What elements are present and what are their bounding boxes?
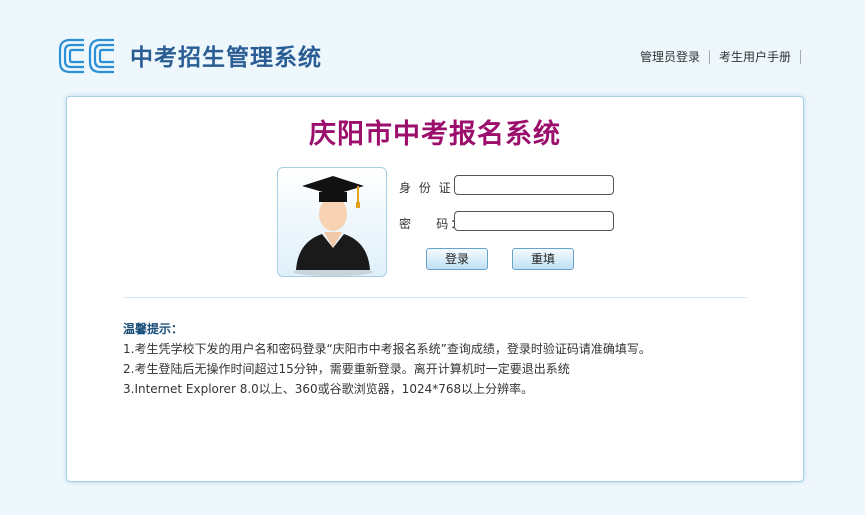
login-card: 庆阳市中考报名系统 身 份 证： 密 码： 登录 重填 温馨提示： 1.考生凭学…	[66, 96, 804, 482]
admin-login-link[interactable]: 管理员登录	[631, 48, 709, 65]
divider	[123, 297, 747, 298]
header: 中考招生管理系统 管理员登录 考生用户手册	[0, 0, 865, 96]
avatar	[277, 167, 387, 277]
login-button[interactable]: 登录	[426, 248, 488, 270]
password-input[interactable]	[454, 211, 614, 231]
user-manual-link[interactable]: 考生用户手册	[710, 48, 800, 65]
tip-item: 1.考生凭学校下发的用户名和密码登录“庆阳市中考报名系统”查询成绩，登录时验证码…	[123, 342, 651, 356]
id-card-input[interactable]	[454, 175, 614, 195]
tip-item: 2.考生登陆后无操作时间超过15分钟，需要重新登录。离开计算机时一定要退出系统	[123, 362, 570, 376]
graduate-avatar-icon	[293, 176, 373, 276]
tips-title: 温馨提示：	[123, 322, 184, 336]
page-title: 庆阳市中考报名系统	[309, 119, 561, 150]
tips-section: 温馨提示： 1.考生凭学校下发的用户名和密码登录“庆阳市中考报名系统”查询成绩，…	[123, 319, 651, 399]
link-separator	[800, 49, 801, 64]
site-title: 中考招生管理系统	[130, 45, 322, 71]
logo-icon	[58, 38, 114, 74]
top-links: 管理员登录 考生用户手册	[631, 48, 801, 65]
reset-button[interactable]: 重填	[512, 248, 574, 270]
tip-item: 3.Internet Explorer 8.0以上、360或谷歌浏览器，1024…	[123, 382, 534, 396]
